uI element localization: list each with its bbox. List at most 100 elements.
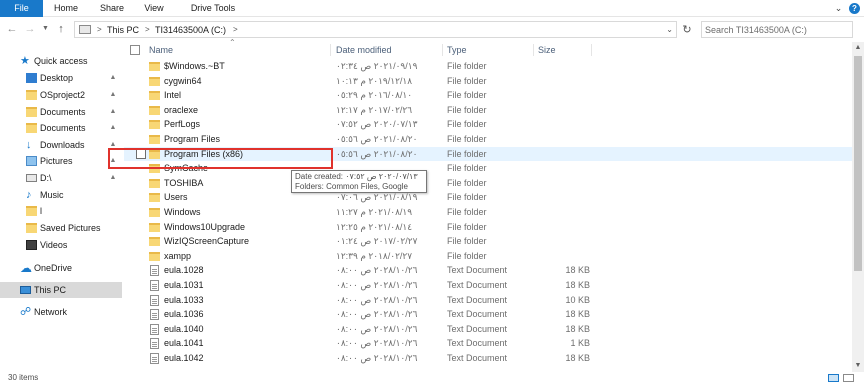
up-arrow-icon[interactable]: ↑ <box>55 22 67 36</box>
tab-view[interactable]: View <box>142 0 166 17</box>
pin-icon[interactable]: ▲ <box>109 141 117 149</box>
help-icon[interactable]: ? <box>849 3 860 14</box>
file-row[interactable]: oraclexe ٢٠١٧/٠٢/٢٦ م ١٢:١٧ File folder <box>124 103 852 118</box>
breadcrumb-this-pc[interactable]: This PC <box>107 24 139 36</box>
file-row[interactable]: $Windows.~BT ٢٠٢١/٠٩/١٩ ص ٠٢:٣٤ File folde… <box>124 59 852 74</box>
pin-icon[interactable]: ▲ <box>109 124 117 132</box>
column-divider[interactable] <box>591 44 592 56</box>
pin-icon[interactable]: ▲ <box>109 174 117 182</box>
file-row[interactable]: xampp ٢٠١٨/٠٢/٢٧ م ١٢:٣٩ File folder <box>124 249 852 264</box>
nav-item-pictures[interactable]: Pictures ▲ <box>0 153 122 169</box>
nav-item-d-drive[interactable]: D:\ ▲ <box>0 170 122 186</box>
file-row[interactable]: Program Files ٢٠٢١/٠٨/٢٠ ص ٠٥:٥٦ File fold… <box>124 132 852 147</box>
breadcrumb-separator[interactable]: > <box>233 24 238 36</box>
file-date: ٢٠٢١/٠٩/١٩ ص ٠٢:٣٤ <box>336 61 418 71</box>
column-header-size[interactable]: Size <box>538 42 556 58</box>
breadcrumb-drive-c[interactable]: TI31463500A (C:) <box>155 24 226 36</box>
nav-item-videos[interactable]: Videos <box>0 237 122 253</box>
file-date: ٢٠١٧/٠٢/٢٦ م ١٢:١٧ <box>336 104 413 115</box>
nav-item-this-pc[interactable]: This PC <box>0 282 122 298</box>
chevron-down-icon[interactable]: ⌄ <box>833 3 844 14</box>
vertical-scrollbar[interactable]: ▲ ▼ <box>852 42 864 372</box>
nav-item-onedrive[interactable]: ☁ OneDrive <box>0 260 122 276</box>
file-type: File folder <box>447 236 487 247</box>
file-name: Users <box>164 192 188 203</box>
file-type: Text Document <box>447 338 508 349</box>
folder-icon <box>149 237 160 247</box>
search-input[interactable] <box>705 24 851 36</box>
file-row[interactable]: Users ٢٠٢١/٠٨/١٩ ص ٠٧:٠٦ File folder <box>124 190 852 205</box>
file-row[interactable]: eula.1036 ٢٠٢٨/١٠/٢٦ ص ٠٨:٠٠ Text Document… <box>124 307 852 322</box>
file-row[interactable]: PerfLogs ٢٠٢٠/٠٧/١٣ ص ٠٧:٥٢ File folder <box>124 117 852 132</box>
file-type: File folder <box>447 104 487 115</box>
file-name: Windows10Upgrade <box>164 221 246 232</box>
file-row[interactable]: WizIQScreenCapture ٢٠١٧/٠٢/٢٧ ص ٠١:٢٤ File… <box>124 234 852 249</box>
refresh-icon[interactable]: ↻ <box>681 24 693 36</box>
address-bar[interactable]: > This PC > TI31463500A (C:) > ⌄ <box>74 21 677 38</box>
recent-locations-chevron-icon[interactable]: ▼ <box>41 22 50 36</box>
nav-item-label: Saved Pictures <box>40 223 101 233</box>
forward-arrow-icon[interactable]: → <box>24 22 36 36</box>
file-row[interactable]: cygwin64 ٢٠١٩/١٢/١٨ م ١٠:١٣ File folder <box>124 74 852 89</box>
videos-folder-icon <box>26 240 37 250</box>
file-row[interactable]: eula.1041 ٢٠٢٨/١٠/٢٦ ص ٠٨:٠٠ Text Document… <box>124 336 852 351</box>
nav-item-music[interactable]: ♪ Music <box>0 187 122 203</box>
select-all-checkbox[interactable] <box>130 45 140 55</box>
scroll-down-icon[interactable]: ▼ <box>852 360 864 372</box>
file-date: ٢٠١٧/٠٢/٢٧ ص ٠١:٢٤ <box>336 236 418 247</box>
file-row[interactable]: eula.1042 ٢٠٢٨/١٠/٢٦ ص ٠٨:٠٠ Text Document… <box>124 351 852 366</box>
file-row[interactable]: eula.1028 ٢٠٢٨/١٠/٢٦ ص ٠٨:٠٠ Text Document… <box>124 263 852 278</box>
pin-icon[interactable]: ▲ <box>109 74 117 82</box>
file-row[interactable]: Windows10Upgrade ٢٠٢١/٠٨/١٤ م ١٢:٢٥ File f… <box>124 220 852 235</box>
nav-item-network[interactable]: ☍ Network <box>0 304 122 320</box>
scrollbar-thumb[interactable] <box>854 56 862 271</box>
column-divider[interactable] <box>442 44 443 56</box>
folder-icon <box>149 208 160 217</box>
folder-icon <box>149 149 160 159</box>
nav-item-documents-2[interactable]: Documents ▲ <box>0 120 122 136</box>
nav-item-desktop[interactable]: Desktop ▲ <box>0 70 122 86</box>
nav-item-saved-pictures[interactable]: Saved Pictures <box>0 220 122 236</box>
file-row[interactable]: eula.1033 ٢٠٢٨/١٠/٢٦ ص ٠٨:٠٠ Text Document… <box>124 293 852 308</box>
file-row[interactable]: Program Files (x86) ٢٠٢١/٠٨/٢٠ ص ٠٥:٥٦ Fil… <box>124 146 852 162</box>
scroll-up-icon[interactable]: ▲ <box>852 42 864 54</box>
file-date: ٢٠٢٨/١٠/٢٦ ص ٠٨:٠٠ <box>336 280 418 290</box>
tab-drive-tools[interactable]: Drive Tools <box>182 0 244 17</box>
column-header-name[interactable]: Name <box>149 42 173 58</box>
tab-file[interactable]: File <box>0 0 43 17</box>
column-header-type[interactable]: Type <box>447 42 467 58</box>
nav-item-l[interactable]: l <box>0 203 122 219</box>
column-divider[interactable] <box>330 44 331 56</box>
tab-share[interactable]: Share <box>97 0 127 17</box>
search-box[interactable] <box>701 21 853 38</box>
file-row[interactable]: eula.1031 ٢٠٢٨/١٠/٢٦ ص ٠٨:٠٠ Text Document… <box>124 278 852 293</box>
file-row[interactable]: Windows ٢٠٢١/٠٨/١٩ م ١١:٢٧ File folder <box>124 205 852 220</box>
column-header-date[interactable]: Date modified <box>336 42 392 58</box>
file-row[interactable]: SymCache File folder <box>124 161 852 176</box>
details-view-icon[interactable] <box>828 374 839 382</box>
nav-item-downloads[interactable]: ↓ Downloads ▲ <box>0 137 122 153</box>
nav-item-quick-access[interactable]: ★ Quick access <box>0 53 122 69</box>
tab-home[interactable]: Home <box>50 0 82 17</box>
network-icon: ☍ <box>20 306 32 318</box>
pin-icon[interactable]: ▲ <box>109 91 117 99</box>
breadcrumb-separator[interactable]: > <box>145 24 150 36</box>
file-name: SymCache <box>164 163 209 174</box>
column-divider[interactable] <box>533 44 534 56</box>
file-row[interactable]: Intel ٢٠١٦/٠٨/١٠ م ٠٥:٢٩ File folder <box>124 88 852 103</box>
file-row[interactable]: TOSHIBA File folder <box>124 176 852 191</box>
pin-icon[interactable]: ▲ <box>109 108 117 116</box>
file-type: File folder <box>447 250 487 261</box>
nav-item-osproject2[interactable]: OSproject2 ▲ <box>0 87 122 103</box>
breadcrumb-separator[interactable]: > <box>97 24 102 36</box>
text-document-icon <box>150 353 159 364</box>
music-icon: ♪ <box>26 189 32 201</box>
file-row[interactable]: eula.1040 ٢٠٢٨/١٠/٢٦ ص ٠٨:٠٠ Text Document… <box>124 322 852 337</box>
address-dropdown-icon[interactable]: ⌄ <box>666 25 673 34</box>
desktop-folder-icon <box>26 73 37 83</box>
large-icons-view-icon[interactable] <box>843 374 854 382</box>
row-checkbox[interactable] <box>136 148 146 159</box>
pin-icon[interactable]: ▲ <box>109 157 117 165</box>
back-arrow-icon[interactable]: ← <box>6 22 18 36</box>
nav-item-documents[interactable]: Documents ▲ <box>0 104 122 120</box>
